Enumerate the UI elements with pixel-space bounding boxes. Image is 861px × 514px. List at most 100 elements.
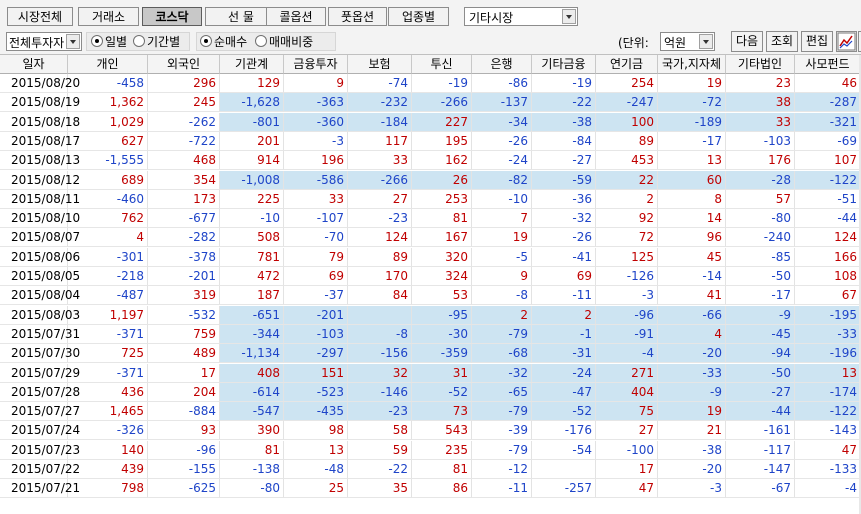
col-header-private-fund[interactable]: 사모펀드 xyxy=(795,55,861,74)
table-row[interactable]: 2015/07/30 725 489 -1,134 -297 -156 -359 -68 -31… xyxy=(0,344,861,364)
date-cell: 2015/08/20 xyxy=(0,74,80,93)
tab-all-market[interactable]: 시장전체 xyxy=(7,7,73,26)
table-row[interactable]: 2015/08/07 4 -282 508 -70 124 167 19 -26 72 96 -240… xyxy=(0,228,861,248)
radio-trade-ratio[interactable]: 매매비중 xyxy=(255,34,313,50)
table-row[interactable]: 2015/07/27 1,465 -884 -547 -435 -23 73 -79 -52 75… xyxy=(0,402,861,422)
edit-button[interactable]: 편집 xyxy=(801,31,833,52)
col-header-government[interactable]: 국가,지자체 xyxy=(658,55,726,74)
cell-institution-total: 472 xyxy=(220,267,284,286)
col-header-other-finance[interactable]: 기타금융 xyxy=(532,55,596,74)
cell-individual: 1,465 xyxy=(68,402,148,422)
cell-other-corp: 23 xyxy=(726,74,795,93)
cell-bank: -68 xyxy=(472,344,532,364)
chart-icon[interactable] xyxy=(836,31,857,52)
table-row[interactable]: 2015/08/13 -1,555 468 914 196 33 162 -24 -27 453 1… xyxy=(0,151,861,171)
cell-bank: -5 xyxy=(472,247,532,267)
cell-insurance: -23 xyxy=(348,209,412,229)
table-row[interactable]: 2015/08/19 1,362 245 -1,628 -363 -232 -266 -137… xyxy=(0,93,861,113)
table-row[interactable]: 2015/08/12 689 354 -1,008 -586 -266 26 -82 -59 22… xyxy=(0,170,861,190)
col-header-foreign[interactable]: 외국인 xyxy=(148,55,220,74)
cell-institution-total: -801 xyxy=(220,112,284,132)
cell-individual: 798 xyxy=(68,479,148,499)
cell-financial-investment: -586 xyxy=(284,170,348,190)
col-header-other-corp[interactable]: 기타법인 xyxy=(726,55,795,74)
table-row[interactable]: 2015/08/17 627 -722 201 -3 117 195 -26 -84 89 -17-… xyxy=(0,131,861,151)
col-header-investment-trust[interactable]: 투신 xyxy=(412,55,472,74)
chevron-down-icon[interactable] xyxy=(562,9,576,24)
cell-foreign: 319 xyxy=(148,286,220,306)
cell-insurance: -23 xyxy=(348,402,412,422)
col-header-insurance[interactable]: 보험 xyxy=(348,55,412,74)
cell-other-finance: -24 xyxy=(532,363,596,383)
table-row[interactable]: 2015/08/11 -460 173 225 33 27 253 -10 -36 2 8 57 -51 xyxy=(0,189,861,209)
cell-institution-total: 508 xyxy=(220,228,284,248)
investor-dropdown[interactable]: 전체투자자 xyxy=(6,32,82,51)
cell-pension-fund: -247 xyxy=(596,93,658,113)
table-row[interactable]: 2015/08/20 -458 296 129 9 -74 -19 -86 -19 254 19 23… xyxy=(0,74,861,93)
radio-trade-ratio-label: 매매비중 xyxy=(269,35,314,49)
cell-investment-trust: 253 xyxy=(412,189,472,209)
cell-pension-fund: -4 xyxy=(596,344,658,364)
table-row[interactable]: 2015/08/03 1,197 -532 -651 -201 -95 2 2 -96 -66 -9… xyxy=(0,305,861,325)
table-row[interactable]: 2015/08/04 -487 319 187 -37 84 53 -8 -11 -3 41 -17 6… xyxy=(0,286,861,306)
date-cell: 2015/08/05 xyxy=(0,267,80,286)
cell-private-fund: 166 xyxy=(795,247,861,267)
cell-pension-fund: -91 xyxy=(596,324,658,344)
col-header-institution-total[interactable]: 기관계 xyxy=(220,55,284,74)
cell-pension-fund: 453 xyxy=(596,151,658,171)
cell-private-fund: -196 xyxy=(795,344,861,364)
chevron-down-icon[interactable] xyxy=(699,34,713,49)
col-header-individual[interactable]: 개인 xyxy=(68,55,148,74)
next-button[interactable]: 다음 xyxy=(731,31,763,52)
table-row[interactable]: 2015/07/22 439 -155 -138 -48 -22 81 -12 17 -20 -14… xyxy=(0,460,861,479)
cell-individual: -301 xyxy=(68,247,148,267)
table-row[interactable]: 2015/07/23 140 -96 81 13 59 235 -79 -54 -100 -38 -1… xyxy=(0,440,861,460)
cell-bank: -79 xyxy=(472,402,532,422)
tab-exchange[interactable]: 거래소 xyxy=(78,7,139,26)
tab-put-option[interactable]: 풋옵션 xyxy=(328,7,387,26)
table-row[interactable]: 2015/08/05 -218 -201 472 69 170 324 9 69 -126 -14-… xyxy=(0,267,861,286)
cell-investment-trust: -52 xyxy=(412,382,472,402)
table-row[interactable]: 2015/07/31 -371 759 -344 -103 -8 -30 -79 -1 -91 4-… xyxy=(0,324,861,344)
cell-other-corp: 176 xyxy=(726,151,795,171)
col-header-financial-investment[interactable]: 금융투자 xyxy=(284,55,348,74)
table-row[interactable]: 2015/08/18 1,029 -262 -801 -360 -184 227 -34 -38… xyxy=(0,112,861,132)
cell-foreign: -155 xyxy=(148,460,220,479)
tab-sector[interactable]: 업종별 xyxy=(388,7,449,26)
table-row[interactable]: 2015/07/29 -371 17 408 151 32 31 -32 -24 271 -33 -5… xyxy=(0,363,861,383)
market-dropdown[interactable]: 기타시장 xyxy=(464,7,578,26)
cell-investment-trust: 320 xyxy=(412,247,472,267)
col-header-pension-fund[interactable]: 연기금 xyxy=(596,55,658,74)
table-row[interactable]: 2015/07/21 798 -625 -80 25 35 86 -11 -257 47 -3 -67… xyxy=(0,479,861,499)
table-row[interactable]: 2015/08/10 762 -677 -10 -107 -23 81 7 -32 92 14 -80… xyxy=(0,209,861,229)
cell-individual: 1,197 xyxy=(68,305,148,325)
cell-pension-fund: 125 xyxy=(596,247,658,267)
tab-call-option[interactable]: 콜옵션 xyxy=(266,7,326,26)
radio-daily[interactable]: 일별 xyxy=(91,34,127,50)
table-row[interactable]: 2015/07/24 -326 93 390 98 58 543 -39 -176 27 21 -16… xyxy=(0,421,861,441)
cell-individual: -1,555 xyxy=(68,151,148,171)
cell-bank: -24 xyxy=(472,151,532,171)
col-header-date[interactable]: 일자 xyxy=(0,55,68,74)
cell-insurance: -266 xyxy=(348,170,412,190)
radio-net-buy[interactable]: 순매수 xyxy=(200,34,247,50)
cell-insurance: -232 xyxy=(348,93,412,113)
cell-other-corp: -27 xyxy=(726,382,795,402)
cell-institution-total: -651 xyxy=(220,305,284,325)
date-cell: 2015/08/04 xyxy=(0,286,80,306)
tab-kosdaq[interactable]: 코스닥 xyxy=(142,7,202,26)
unit-dropdown[interactable]: 억원 xyxy=(660,32,715,51)
cell-bank: 2 xyxy=(472,305,532,325)
table-row[interactable]: 2015/07/28 436 204 -614 -523 -146 -52 -65 -47 404… xyxy=(0,382,861,402)
table-row[interactable]: 2015/08/06 -301 -378 781 79 89 320 -5 -41 125 45 -8… xyxy=(0,247,861,267)
cell-other-finance: -54 xyxy=(532,440,596,460)
cell-foreign: -96 xyxy=(148,440,220,460)
cell-pension-fund: 89 xyxy=(596,131,658,151)
cell-foreign: 17 xyxy=(148,363,220,383)
cell-pension-fund: -3 xyxy=(596,286,658,306)
col-header-bank[interactable]: 은행 xyxy=(472,55,532,74)
radio-period[interactable]: 기간별 xyxy=(133,34,180,50)
chevron-down-icon[interactable] xyxy=(66,34,80,49)
cell-financial-investment: -360 xyxy=(284,112,348,132)
query-button[interactable]: 조회 xyxy=(766,31,798,52)
